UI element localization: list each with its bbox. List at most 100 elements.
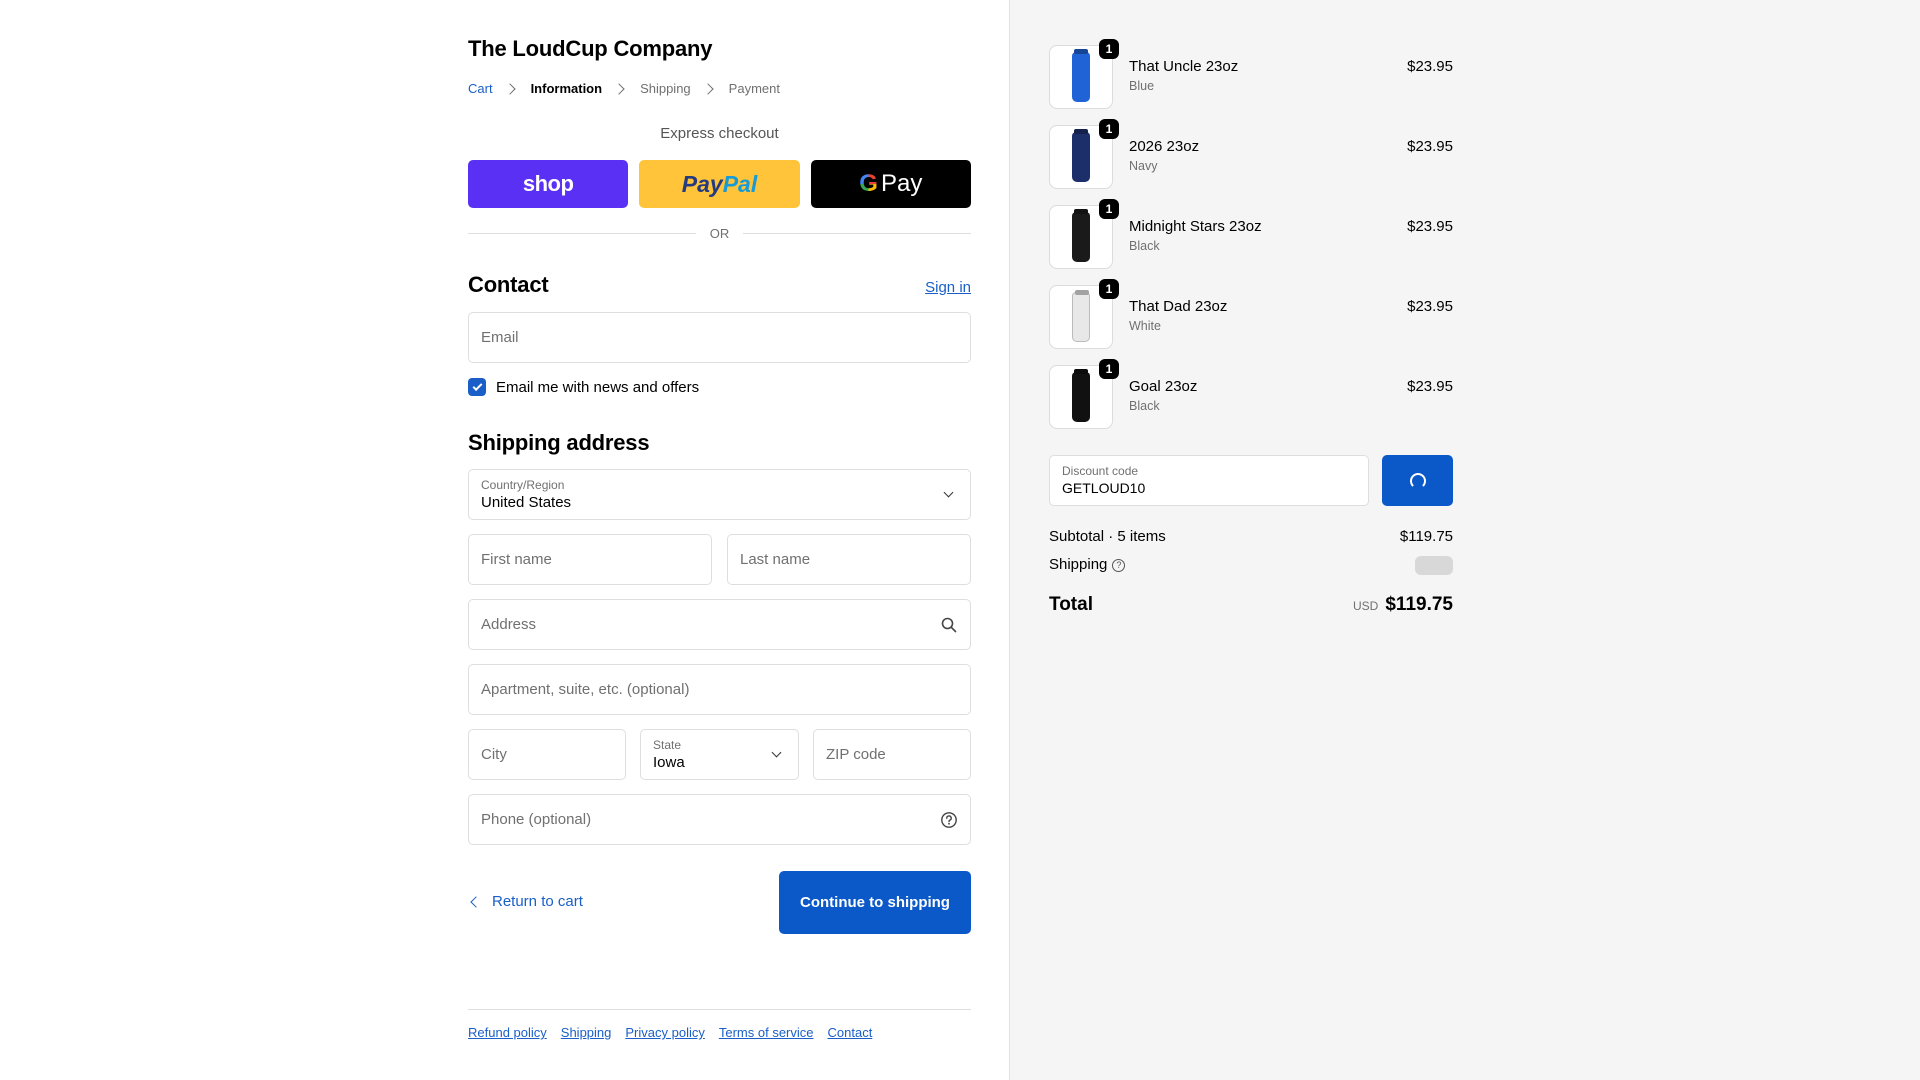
shop-pay-button[interactable]: shop: [468, 160, 629, 208]
continue-to-shipping-button[interactable]: Continue to shipping: [779, 871, 971, 934]
quantity-badge: 1: [1099, 39, 1119, 59]
product-image: 1: [1049, 39, 1119, 109]
shipping-address-heading: Shipping address: [468, 430, 650, 455]
divider-line: [743, 233, 971, 234]
cart-item: 1 That Uncle 23oz Blue $23.95: [1049, 39, 1453, 109]
quantity-badge: 1: [1099, 199, 1119, 219]
continue-to-shipping-label: Continue to shipping: [800, 894, 950, 911]
breadcrumb: Cart Information Shipping Payment: [468, 81, 780, 96]
last-name-input[interactable]: [728, 535, 970, 584]
product-variant: Black: [1129, 239, 1160, 253]
apartment-input[interactable]: [469, 665, 970, 714]
shipping-cost-placeholder: [1415, 556, 1453, 575]
email-input[interactable]: [469, 313, 970, 362]
product-variant: Blue: [1129, 79, 1155, 93]
shop-pay-logo: shop: [522, 171, 574, 196]
first-name-input[interactable]: [469, 535, 711, 584]
product-name: Goal 23oz: [1129, 378, 1198, 395]
product-name: That Dad 23oz: [1129, 298, 1228, 315]
divider-line: [468, 233, 696, 234]
product-name: That Uncle 23oz: [1129, 58, 1239, 75]
email-field[interactable]: [468, 312, 971, 363]
discount-code-label: Discount code: [1062, 464, 1139, 478]
total-amount-group: USD $119.75: [1353, 594, 1453, 616]
product-price: $23.95: [1407, 58, 1453, 75]
phone-input[interactable]: [469, 795, 970, 844]
chevron-right-icon: [702, 82, 714, 95]
help-icon[interactable]: [940, 811, 958, 829]
sign-in-link[interactable]: Sign in: [925, 279, 971, 296]
or-divider: OR: [468, 226, 971, 241]
contact-heading: Contact: [468, 272, 549, 297]
shipping-label: Shipping: [1049, 556, 1108, 573]
chevron-right-icon: [613, 82, 625, 95]
chevron-down-icon: [771, 747, 782, 758]
newsletter-label: Email me with news and offers: [496, 378, 700, 396]
zip-input[interactable]: [814, 730, 970, 779]
discount-code-value[interactable]: GETLOUD10: [1062, 480, 1145, 496]
subtotal-value: $119.75: [1399, 528, 1453, 545]
google-pay-label: Pay: [880, 170, 923, 197]
quantity-badge: 1: [1099, 279, 1119, 299]
spinner-icon: [1409, 472, 1426, 489]
product-image: 1: [1049, 359, 1119, 429]
phone-field[interactable]: [468, 794, 971, 845]
first-name-field[interactable]: [468, 534, 712, 585]
tumbler-icon: [1072, 52, 1090, 102]
product-variant: White: [1129, 319, 1161, 333]
quantity-badge: 1: [1099, 119, 1119, 139]
country-label: Country/Region: [481, 478, 565, 492]
chevron-down-icon: [943, 487, 954, 498]
paypal-logo-pay: Pay: [681, 170, 723, 197]
tumbler-icon: [1072, 372, 1090, 422]
breadcrumb-shipping: Shipping: [640, 81, 691, 96]
return-to-cart-link[interactable]: Return to cart: [468, 893, 583, 910]
product-price: $23.95: [1407, 298, 1453, 315]
product-variant: Black: [1129, 399, 1160, 413]
apply-discount-button[interactable]: [1382, 455, 1453, 506]
shipping-policy-link[interactable]: Shipping: [561, 1025, 612, 1040]
cart-item: 1 That Dad 23oz White $23.95: [1049, 279, 1453, 349]
contact-link[interactable]: Contact: [828, 1025, 873, 1040]
state-label: State: [653, 738, 682, 752]
google-pay-button[interactable]: G Pay: [810, 160, 971, 208]
address-input[interactable]: [469, 600, 970, 649]
newsletter-checkbox[interactable]: [468, 378, 486, 396]
last-name-field[interactable]: [727, 534, 971, 585]
footer-links: Refund policy Shipping Privacy policy Te…: [468, 1025, 872, 1040]
breadcrumb-cart[interactable]: Cart: [468, 81, 493, 96]
paypal-button[interactable]: Pay Pal: [639, 160, 800, 208]
country-select[interactable]: Country/Region United States: [468, 469, 971, 520]
checkout-form-column: The LoudCup Company Cart Information Shi…: [0, 0, 1009, 1080]
help-icon[interactable]: ?: [1112, 559, 1126, 572]
subtotal-row: Subtotal · 5 items $119.75: [1049, 528, 1453, 545]
total-label: Total: [1049, 594, 1093, 615]
refund-policy-link[interactable]: Refund policy: [468, 1025, 547, 1040]
city-field[interactable]: [468, 729, 626, 780]
product-price: $23.95: [1407, 138, 1453, 155]
apartment-field[interactable]: [468, 664, 971, 715]
product-price: $23.95: [1407, 378, 1453, 395]
city-input[interactable]: [469, 730, 625, 779]
footer-divider: [468, 1009, 971, 1010]
product-price: $23.95: [1407, 218, 1453, 235]
paypal-logo-pal: Pal: [722, 170, 758, 197]
country-value: United States: [481, 494, 572, 511]
discount-code-field[interactable]: Discount code GETLOUD10: [1049, 455, 1369, 506]
privacy-policy-link[interactable]: Privacy policy: [625, 1025, 704, 1040]
newsletter-checkbox-row[interactable]: Email me with news and offers: [468, 378, 699, 396]
chevron-left-icon: [470, 895, 482, 908]
product-variant: Navy: [1129, 159, 1158, 173]
total-value: $119.75: [1385, 594, 1453, 615]
address-field[interactable]: [468, 599, 971, 650]
store-title[interactable]: The LoudCup Company: [468, 36, 712, 62]
breadcrumb-payment: Payment: [728, 81, 780, 96]
cart-item: 1 2026 23oz Navy $23.95: [1049, 119, 1453, 189]
state-select[interactable]: State Iowa: [640, 729, 799, 780]
tumbler-icon: [1072, 292, 1090, 342]
order-summary-column: 1 That Uncle 23oz Blue $23.95 1 2026 23o…: [1009, 0, 1920, 1080]
cart-item: 1 Midnight Stars 23oz Black $23.95: [1049, 199, 1453, 269]
zip-field[interactable]: [813, 729, 971, 780]
terms-of-service-link[interactable]: Terms of service: [719, 1025, 814, 1040]
search-icon: [941, 617, 957, 633]
